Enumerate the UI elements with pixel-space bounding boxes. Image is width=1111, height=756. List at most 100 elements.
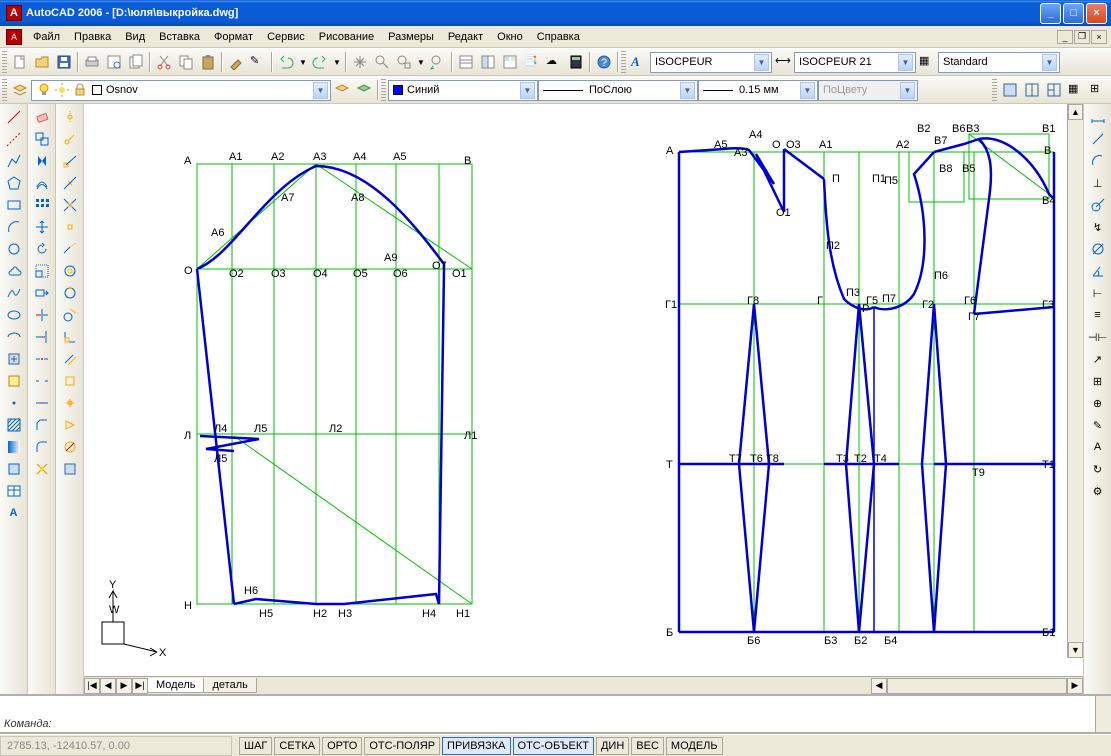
zoom-previous-icon[interactable] (427, 51, 449, 73)
ellipse-icon[interactable] (2, 304, 26, 326)
rotate-icon[interactable] (30, 238, 54, 260)
tab-model[interactable]: Модель (147, 678, 204, 693)
paste-icon[interactable] (197, 51, 219, 73)
drawing-canvas[interactable]: А А1 А2 А3 А4 А5 В А7 А8 А6 А9 О О2 О3 О… (84, 104, 1083, 676)
snap-nearest-icon[interactable] (58, 414, 82, 436)
snap-tangent-icon[interactable] (58, 304, 82, 326)
menu-format[interactable]: Формат (207, 29, 260, 45)
make-block-icon[interactable] (2, 370, 26, 392)
scale-icon[interactable] (30, 260, 54, 282)
polygon-icon[interactable] (2, 172, 26, 194)
zoom-realtime-icon[interactable] (371, 51, 393, 73)
markup-icon[interactable]: ☁ (543, 51, 565, 73)
maximize-button[interactable]: □ (1063, 3, 1084, 24)
color-combo[interactable]: Синий ▼ (388, 80, 538, 101)
tab-detail[interactable]: деталь (203, 678, 256, 693)
redo-dropdown-icon[interactable]: ▼ (331, 51, 343, 73)
dimension-radius-icon[interactable] (1086, 194, 1110, 216)
snap-midpoint-icon[interactable] (58, 172, 82, 194)
scroll-left-icon[interactable]: ◀ (871, 678, 887, 694)
point-icon[interactable] (2, 392, 26, 414)
save-icon[interactable] (53, 51, 75, 73)
command-line[interactable]: Команда: (0, 696, 1095, 732)
snap-temp-track-icon[interactable] (58, 106, 82, 128)
gradient-icon[interactable] (2, 436, 26, 458)
tabs-last-icon[interactable]: ▶| (132, 678, 148, 694)
insert-block-icon[interactable] (2, 348, 26, 370)
layer-properties-icon[interactable] (9, 79, 31, 101)
snap-quadrant-icon[interactable] (58, 282, 82, 304)
dimstyle-icon[interactable]: ⚙ (1086, 480, 1110, 502)
redo-icon[interactable] (309, 51, 331, 73)
snap-node-icon[interactable] (58, 392, 82, 414)
toolbar-grip[interactable] (992, 79, 997, 101)
break-at-point-icon[interactable] (30, 348, 54, 370)
snap-parallel-icon[interactable] (58, 348, 82, 370)
text-style-icon[interactable]: A (628, 51, 650, 73)
chamfer-icon[interactable] (30, 414, 54, 436)
tabs-prev-icon[interactable]: ◀ (100, 678, 116, 694)
status-snap[interactable]: ШАГ (239, 737, 272, 755)
tabs-first-icon[interactable]: |◀ (84, 678, 100, 694)
snap-insert-icon[interactable] (58, 370, 82, 392)
qnew-icon[interactable] (9, 51, 31, 73)
line-icon[interactable] (2, 106, 26, 128)
dropdown-arrow-icon[interactable]: ▼ (800, 82, 815, 99)
mirror-icon[interactable] (30, 150, 54, 172)
help-icon[interactable]: ? (593, 51, 615, 73)
join-icon[interactable] (30, 392, 54, 414)
status-model[interactable]: МОДЕЛЬ (666, 737, 723, 755)
snap-none-icon[interactable] (58, 436, 82, 458)
match-properties-icon[interactable] (225, 51, 247, 73)
offset-icon[interactable] (30, 172, 54, 194)
fillet-icon[interactable] (30, 436, 54, 458)
extend-icon[interactable] (30, 326, 54, 348)
dimension-jogged-icon[interactable]: ↯ (1086, 216, 1110, 238)
copy-icon[interactable] (175, 51, 197, 73)
region-icon[interactable] (2, 458, 26, 480)
copy-object-icon[interactable] (30, 128, 54, 150)
dropdown-arrow-icon[interactable]: ▼ (680, 82, 695, 99)
menu-tools[interactable]: Сервис (260, 29, 312, 45)
dimension-text-edit-icon[interactable]: A (1086, 436, 1110, 458)
center-mark-icon[interactable]: ⊕ (1086, 392, 1110, 414)
scroll-up-icon[interactable]: ▲ (1068, 104, 1083, 120)
dropdown-arrow-icon[interactable]: ▼ (313, 82, 328, 99)
table-icon[interactable] (2, 480, 26, 502)
plot-preview-icon[interactable] (103, 51, 125, 73)
snap-center-icon[interactable] (58, 260, 82, 282)
block-editor-icon[interactable]: ✎ (247, 51, 269, 73)
dim-style-combo[interactable]: ISOCPEUR 21▼ (794, 52, 916, 73)
sheet-set-icon[interactable]: 📑 (521, 51, 543, 73)
dimension-angular-icon[interactable] (1086, 260, 1110, 282)
revision-cloud-icon[interactable] (2, 260, 26, 282)
dropdown-arrow-icon[interactable]: ▼ (520, 82, 535, 99)
menu-edit[interactable]: Правка (67, 29, 118, 45)
dimension-continue-icon[interactable]: ⊣⊢ (1086, 326, 1110, 348)
minimize-button[interactable]: _ (1040, 3, 1061, 24)
designcenter-icon[interactable] (477, 51, 499, 73)
scroll-down-icon[interactable]: ▼ (1068, 642, 1083, 658)
menu-view[interactable]: Вид (118, 29, 152, 45)
scroll-track[interactable] (887, 678, 1067, 694)
quick-leader-icon[interactable]: ↗ (1086, 348, 1110, 370)
toolbar-grip[interactable] (2, 79, 7, 101)
layer-previous-icon[interactable] (331, 79, 353, 101)
snap-perpendicular-icon[interactable] (58, 326, 82, 348)
viewport-1-icon[interactable] (999, 79, 1021, 101)
menu-modify[interactable]: Редакт (441, 29, 490, 45)
snap-intersection-icon[interactable] (58, 194, 82, 216)
polyline-icon[interactable] (2, 150, 26, 172)
quick-dimension-icon[interactable]: ⊢ (1086, 282, 1110, 304)
hatch-icon[interactable] (2, 414, 26, 436)
array-icon[interactable] (30, 194, 54, 216)
horizontal-scrollbar[interactable]: ◀ ▶ (871, 678, 1083, 694)
text-style-combo[interactable]: ISOCPEUR▼ (650, 52, 772, 73)
undo-dropdown-icon[interactable]: ▼ (297, 51, 309, 73)
ellipse-arc-icon[interactable] (2, 326, 26, 348)
move-icon[interactable] (30, 216, 54, 238)
tool-palettes-icon[interactable] (499, 51, 521, 73)
cut-icon[interactable] (153, 51, 175, 73)
break-icon[interactable] (30, 370, 54, 392)
dimension-baseline-icon[interactable]: ≡ (1086, 304, 1110, 326)
